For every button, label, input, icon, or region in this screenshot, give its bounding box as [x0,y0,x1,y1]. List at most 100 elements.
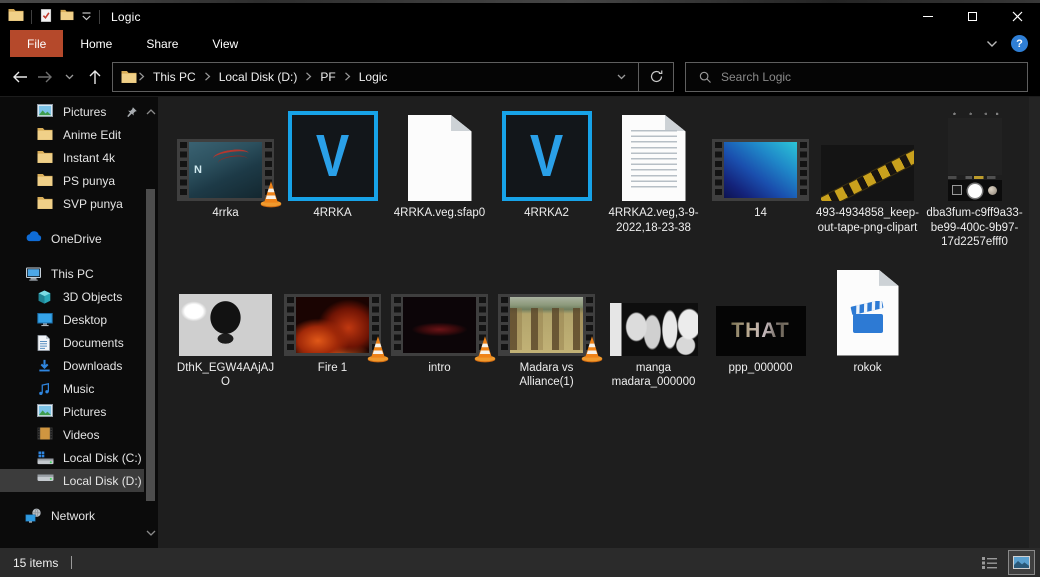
camera-viewfinder [947,118,1002,175]
sidebar-item-local-disk-c[interactable]: Local Disk (C:) [0,446,144,469]
sidebar-item-svp-punya[interactable]: SVP punya [0,192,144,215]
file-item[interactable]: N 4rrka [172,107,282,250]
file-item[interactable]: manga madara_000000 [600,262,707,390]
sidebar-item-pictures[interactable]: Pictures [0,100,144,123]
search-box[interactable] [685,61,1028,92]
sidebar-scrollbar[interactable] [144,97,158,548]
vlc-cone-badge-icon [581,335,603,362]
thumbnail-image: N [189,142,262,198]
help-button[interactable]: ? [1011,35,1028,52]
file-item[interactable]: 493-4934858_keep-out-tape-png-clipart [814,107,921,250]
ribbon-tab-bar: File Home Share View ? [0,30,1040,57]
disk-d-icon [37,473,54,489]
chevron-right-icon [137,72,146,81]
gallery-icon [951,185,962,195]
page-fold [665,115,686,132]
file-item[interactable]: DthK_EGW4AAjAJO [172,262,279,390]
file-item[interactable]: 4RRKA2.veg,3-9-2022,18-23-38 [600,107,707,250]
file-item[interactable]: 14 [707,107,814,250]
cube-icon [37,289,54,305]
file-item[interactable]: rokok [814,262,921,390]
file-item[interactable]: V 4RRKA2 [493,107,600,250]
breadcrumb-item[interactable]: PF [313,70,342,84]
scrollbar-thumb[interactable] [146,189,155,501]
expand-ribbon-chevron-icon[interactable] [986,37,998,51]
vegas-project-icon: V [501,111,592,201]
refresh-button[interactable] [639,69,673,84]
up-button[interactable] [82,64,107,90]
details-view-button[interactable] [977,552,1001,574]
address-dropdown-chevron-icon[interactable] [605,74,638,80]
sidebar-item-onedrive[interactable]: OneDrive [0,227,144,250]
folder-icon [37,196,54,212]
breadcrumb-item[interactable]: This PC [146,70,203,84]
sidebar-item-instant-4k[interactable]: Instant 4k [0,146,144,169]
sidebar-item-anime-edit[interactable]: Anime Edit [0,123,144,146]
file-item[interactable]: 4RRKA.veg.sfap0 [386,107,493,250]
new-folder-icon[interactable] [60,9,74,24]
maximize-icon [968,12,977,21]
video-thumbnail [284,293,389,362]
sidebar-item-label: Documents [63,335,124,350]
file-item[interactable]: Madara vs Alliance(1) [493,262,603,390]
main-scrollbar-track[interactable] [1029,97,1040,548]
file-item[interactable]: THAT ppp_000000 [707,262,814,390]
file-item[interactable]: dba3fum-c9ff9a33-be99-400c-9b97-17d2257e… [921,107,1028,250]
sidebar-item-3d-objects[interactable]: 3D Objects [0,285,144,308]
file-item[interactable]: V 4RRKA [279,107,386,250]
pictures-icon [37,403,54,420]
thumbnail-view-button[interactable] [1008,550,1035,575]
sidebar-item-desktop[interactable]: Desktop [0,308,144,331]
minimize-icon [922,16,933,17]
tab-file[interactable]: File [10,30,64,57]
sidebar-item-label: Network [51,508,96,523]
address-bar[interactable]: This PC Local Disk (D:) PF Logic [112,61,674,92]
sidebar-item-ps-punya[interactable]: PS punya [0,169,144,192]
sidebar-item-network[interactable]: Network [0,504,144,527]
camera-top-icons [947,109,1002,118]
tab-view[interactable]: View [195,30,255,57]
file-name: 4RRKA2 [524,207,569,219]
sidebar-item-local-disk-d[interactable]: Local Disk (D:) [0,469,144,492]
file-icon-area [391,262,496,362]
file-item[interactable]: intro [386,262,496,390]
search-input[interactable] [721,69,981,84]
file-pane[interactable]: N 4rrka V 4RRKA 4RRKA.veg.sfap0 V 4RRKA2 4RRKA2… [158,97,1040,548]
sidebar-item-documents[interactable]: Documents [0,331,144,354]
file-item[interactable]: Fire 1 [279,262,389,390]
maximize-button[interactable] [950,3,995,30]
recent-locations-chevron-icon[interactable] [57,64,82,90]
video-thumbnail [498,293,603,362]
file-name: DthK_EGW4AAjAJO [176,361,275,389]
close-button[interactable] [995,3,1040,30]
scroll-down-icon[interactable] [146,523,156,541]
close-icon [1012,11,1023,22]
video-file-icon [836,269,899,356]
camera-bottom-bar [947,180,1002,201]
vegas-v-glyph: V [315,122,350,190]
breadcrumb-item[interactable]: Local Disk (D:) [212,70,305,84]
sidebar-item-pictures[interactable]: Pictures [0,400,144,423]
scroll-up-icon[interactable] [146,102,156,120]
image-thumbnail [821,145,914,201]
properties-check-icon[interactable] [39,8,53,26]
downloads-icon [37,358,54,374]
minimize-button[interactable] [905,3,950,30]
qat-dropdown-icon[interactable] [81,10,92,24]
sidebar-item-downloads[interactable]: Downloads [0,354,144,377]
disk-c-icon [37,450,54,466]
window-folder-icon [8,8,24,25]
divider [71,556,73,569]
tab-share[interactable]: Share [129,30,195,57]
image-thumbnail: THAT [715,305,806,356]
sidebar-item-music[interactable]: Music [0,377,144,400]
file-icon-area [407,107,472,201]
forward-button[interactable] [32,64,57,90]
breadcrumb-item[interactable]: Logic [352,70,395,84]
sidebar-item-videos[interactable]: Videos [0,423,144,446]
vegas-project-icon: V [287,111,378,201]
back-button[interactable] [7,64,32,90]
sidebar-item-this-pc[interactable]: This PC [0,262,144,285]
sidebar-item-label: Pictures [63,104,107,119]
tab-home[interactable]: Home [63,30,129,57]
